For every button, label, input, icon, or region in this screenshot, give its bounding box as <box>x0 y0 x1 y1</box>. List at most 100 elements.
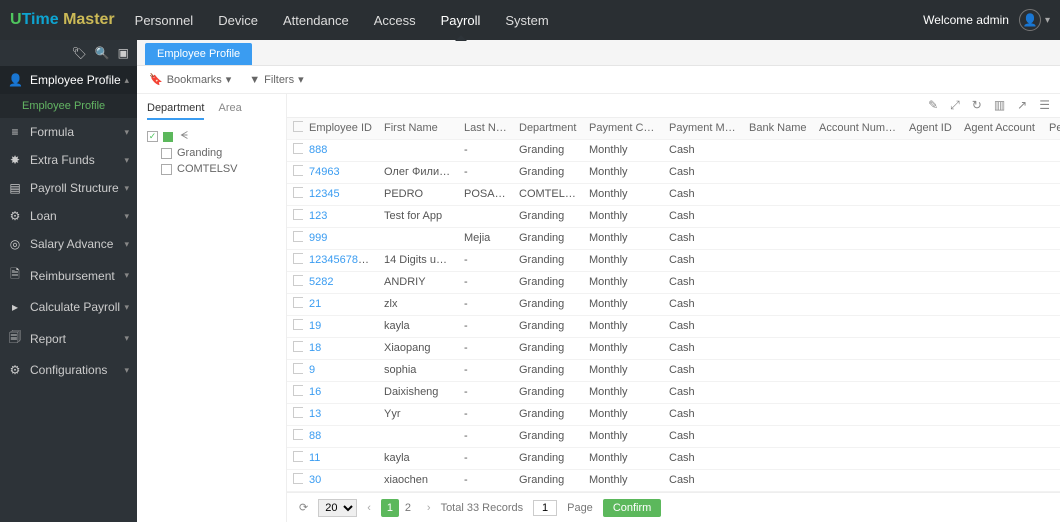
tab-employee-profile[interactable]: Employee Profile <box>145 43 252 65</box>
col-agent-account[interactable]: Agent Account <box>958 118 1043 140</box>
row-checkbox[interactable] <box>293 187 303 198</box>
table-row[interactable]: 123Test for AppGrandingMonthlyCash✎ <box>287 206 1060 228</box>
checkbox-icon[interactable] <box>161 148 172 159</box>
col-department[interactable]: Department <box>513 118 583 140</box>
employee-id-link[interactable]: 11 <box>309 452 320 464</box>
dept-tree-node[interactable]: Granding <box>143 145 280 161</box>
row-checkbox[interactable] <box>293 407 303 418</box>
row-checkbox[interactable] <box>293 319 303 330</box>
search-icon[interactable]: 🔍 <box>95 46 110 60</box>
nav-payroll[interactable]: Payroll <box>441 1 481 40</box>
checkbox-icon[interactable] <box>161 164 172 175</box>
sidebar-item-extra-funds[interactable]: ✸Extra Funds▾ <box>0 146 137 174</box>
employee-id-link[interactable]: 16 <box>309 386 321 398</box>
employee-id-link[interactable]: 74963 <box>309 166 340 178</box>
employee-id-link[interactable]: 21 <box>309 298 321 310</box>
col-account-number[interactable]: Account Number <box>813 118 903 140</box>
bookmarks-button[interactable]: 🔖Bookmarks▾ <box>149 73 231 86</box>
collapse-icon[interactable]: ▣ <box>118 46 129 60</box>
user-avatar-icon[interactable]: 👤 <box>1019 9 1041 31</box>
next-page-icon[interactable]: › <box>427 502 431 514</box>
row-checkbox[interactable] <box>293 165 303 176</box>
employee-id-link[interactable]: 12345678901234 <box>309 254 378 266</box>
col-agent-id[interactable]: Agent ID <box>903 118 958 140</box>
col-employee-id[interactable]: Employee ID <box>303 118 378 140</box>
table-row[interactable]: 74963Олег Филимонов-GrandingMonthlyCash✎ <box>287 162 1060 184</box>
row-checkbox[interactable] <box>293 451 303 462</box>
nav-device[interactable]: Device <box>218 1 258 40</box>
employee-id-link[interactable]: 9 <box>309 364 315 376</box>
page-1[interactable]: 1 <box>381 499 399 517</box>
col-bank-name[interactable]: Bank Name <box>743 118 813 140</box>
sidebar-item-reimbursement[interactable]: 🗎Reimbursement▾ <box>0 258 137 293</box>
employee-id-link[interactable]: 18 <box>309 342 321 354</box>
columns-icon[interactable]: ▥ <box>994 98 1005 113</box>
col-first-name[interactable]: First Name <box>378 118 458 140</box>
row-checkbox[interactable] <box>293 143 303 154</box>
nav-system[interactable]: System <box>505 1 548 40</box>
table-row[interactable]: 12345PEDROPOSADACOMTELSVMonthlyCash✎ <box>287 184 1060 206</box>
refresh-icon[interactable]: ↻ <box>972 98 982 113</box>
table-row[interactable]: 9sophia-GrandingMonthlyCash✎ <box>287 360 1060 382</box>
sidebar-item-payroll-structure[interactable]: ▤Payroll Structure▾ <box>0 174 137 202</box>
employee-id-link[interactable]: 30 <box>309 474 321 486</box>
row-checkbox[interactable] <box>293 363 303 374</box>
employee-id-link[interactable]: 5282 <box>309 276 333 288</box>
row-checkbox[interactable] <box>293 473 303 484</box>
select-all-checkbox[interactable] <box>293 121 303 132</box>
prev-page-icon[interactable]: ‹ <box>367 502 371 514</box>
col-personnel-id[interactable]: Personnel ID <box>1043 118 1060 140</box>
table-row[interactable]: 13Yyr-GrandingMonthlyCash✎ <box>287 404 1060 426</box>
row-checkbox[interactable] <box>293 341 303 352</box>
page-2[interactable]: 2 <box>399 499 417 517</box>
dept-tree-node[interactable]: ✓ᗕ <box>143 128 280 145</box>
row-checkbox[interactable] <box>293 231 303 242</box>
row-checkbox[interactable] <box>293 209 303 220</box>
employee-id-link[interactable]: 12345 <box>309 188 340 200</box>
row-checkbox[interactable] <box>293 297 303 308</box>
sidebar-item-configurations[interactable]: ⚙Configurations▾ <box>0 356 137 384</box>
table-row[interactable]: 30xiaochen-GrandingMonthlyCash✎ <box>287 470 1060 492</box>
nav-access[interactable]: Access <box>374 1 416 40</box>
table-row[interactable]: 16Daixisheng-GrandingMonthlyCash✎ <box>287 382 1060 404</box>
table-row[interactable]: 5282ANDRIY-GrandingMonthlyCash✎ <box>287 272 1060 294</box>
confirm-button[interactable]: Confirm <box>603 499 662 517</box>
sidebar-item-report[interactable]: 🗐Report▾ <box>0 321 137 356</box>
pager-refresh-icon[interactable]: ⟳ <box>299 501 308 514</box>
sidebar-item-calculate-payroll[interactable]: ▸Calculate Payroll▾ <box>0 293 137 321</box>
dept-tab-area[interactable]: Area <box>218 102 241 120</box>
table-row[interactable]: 88-GrandingMonthlyCash✎ <box>287 426 1060 448</box>
row-checkbox[interactable] <box>293 253 303 264</box>
employee-id-link[interactable]: 19 <box>309 320 321 332</box>
expand-icon[interactable]: ⤢ <box>950 98 960 113</box>
table-row[interactable]: 888-GrandingMonthlyCash✎ <box>287 140 1060 162</box>
filters-button[interactable]: ▼Filters▾ <box>249 73 303 86</box>
sidebar-item-salary-advance[interactable]: ◎Salary Advance▾ <box>0 230 137 258</box>
table-row[interactable]: 18Xiaopang-GrandingMonthlyCash✎ <box>287 338 1060 360</box>
col-payment-cycle[interactable]: Payment Cycle <box>583 118 663 140</box>
tag-icon[interactable]: 🏷 <box>71 46 86 60</box>
user-menu-caret-icon[interactable]: ▾ <box>1045 15 1050 26</box>
table-row[interactable]: 21zlx-GrandingMonthlyCash✎ <box>287 294 1060 316</box>
employee-id-link[interactable]: 999 <box>309 232 327 244</box>
table-row[interactable]: 1234567890123414 Digits user ID-Granding… <box>287 250 1060 272</box>
row-checkbox[interactable] <box>293 385 303 396</box>
page-size-select[interactable]: 20 <box>318 499 357 517</box>
settings-icon[interactable]: ☰ <box>1039 98 1050 113</box>
col-payment-mode[interactable]: Payment Mode <box>663 118 743 140</box>
page-input[interactable] <box>533 500 557 516</box>
row-checkbox[interactable] <box>293 429 303 440</box>
edit-icon[interactable]: ✎ <box>928 98 938 113</box>
dept-tab-department[interactable]: Department <box>147 102 204 120</box>
table-row[interactable]: 19kayla-GrandingMonthlyCash✎ <box>287 316 1060 338</box>
checkbox-icon[interactable]: ✓ <box>147 131 158 142</box>
sidebar-item-employee-profile[interactable]: 👤Employee Profile▴ <box>0 66 137 94</box>
dept-tree-node[interactable]: COMTELSV <box>143 161 280 177</box>
nav-attendance[interactable]: Attendance <box>283 1 349 40</box>
col-last-name[interactable]: Last Name <box>458 118 513 140</box>
sidebar-item-formula[interactable]: ≡Formula▾ <box>0 118 137 146</box>
employee-id-link[interactable]: 123 <box>309 210 327 222</box>
sidebar-item-loan[interactable]: ⚙Loan▾ <box>0 202 137 230</box>
employee-id-link[interactable]: 888 <box>309 144 327 156</box>
table-row[interactable]: 999MejiaGrandingMonthlyCash✎ <box>287 228 1060 250</box>
